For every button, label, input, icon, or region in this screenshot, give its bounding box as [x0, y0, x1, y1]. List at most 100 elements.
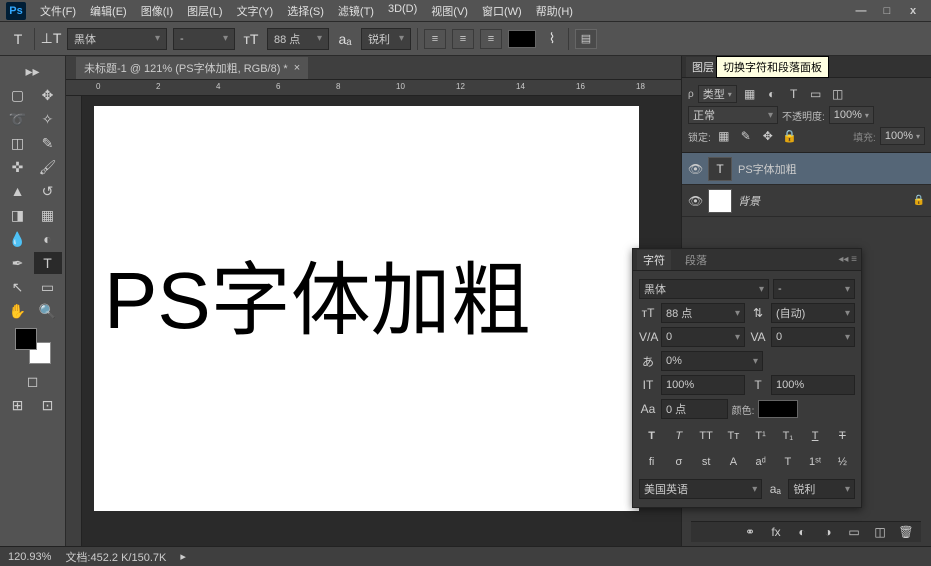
minimize-button[interactable]: — — [849, 3, 873, 19]
smallcaps-button[interactable]: Tᴛ — [723, 427, 743, 445]
healing-tool[interactable]: ✜ — [4, 156, 32, 178]
fg-color-swatch[interactable] — [15, 328, 37, 350]
char-font-dropdown[interactable]: 黑体▾ — [639, 279, 769, 299]
ligature-button[interactable]: fi — [642, 453, 662, 471]
layer-row-text[interactable]: 👁 T PS字体加粗 — [682, 153, 931, 185]
layer-filter-dropdown[interactable]: 类型▾ — [698, 85, 737, 103]
fg-bg-color[interactable] — [15, 328, 51, 364]
blend-mode-dropdown[interactable]: 正常▾ — [688, 106, 778, 124]
screenmode-icon[interactable]: ⊞ — [4, 394, 32, 416]
allcaps-button[interactable]: TT — [696, 427, 716, 445]
path-select-tool[interactable]: ↖ — [4, 276, 32, 298]
oldstyle-button[interactable]: 1ˢᵗ — [805, 453, 825, 471]
menu-3d[interactable]: 3D(D) — [382, 1, 423, 21]
underline-button[interactable]: T — [805, 427, 825, 445]
align-left-button[interactable]: ≡ — [424, 29, 446, 49]
menu-help[interactable]: 帮助(H) — [530, 1, 579, 21]
tab-character[interactable]: 字符 — [637, 250, 671, 270]
lock-transparent-icon[interactable]: ▦ — [715, 129, 733, 143]
font-style-dropdown[interactable]: - ▾ — [173, 28, 235, 50]
ordinal-button[interactable]: aᵈ — [751, 453, 771, 471]
mask-icon[interactable]: ◐ — [793, 525, 811, 539]
visibility-icon[interactable]: 👁 — [688, 194, 702, 208]
char-scale-field[interactable]: 0%▾ — [661, 351, 763, 371]
statusbar-arrow-icon[interactable]: ▸ — [180, 550, 186, 563]
fractions-button[interactable]: ½ — [832, 453, 852, 471]
maximize-button[interactable]: □ — [875, 3, 899, 19]
alt-button[interactable]: σ — [669, 453, 689, 471]
close-button[interactable]: x — [901, 3, 925, 19]
char-baseline-field[interactable]: 0 点 — [661, 399, 728, 419]
fx-icon[interactable]: fx — [767, 525, 785, 539]
fill-field[interactable]: 100%▾ — [880, 127, 925, 145]
visibility-icon[interactable]: 👁 — [688, 162, 702, 176]
adjustment-icon[interactable]: ◑ — [819, 525, 837, 539]
link-layers-icon[interactable]: ⚭ — [741, 525, 759, 539]
type-tool-preset-icon[interactable]: T — [8, 29, 28, 49]
zoom-level[interactable]: 120.93% — [8, 551, 51, 563]
toggle-character-panel-button[interactable]: ▤ — [575, 29, 597, 49]
lock-position-icon[interactable]: ✥ — [759, 129, 777, 143]
magic-wand-tool[interactable]: ✧ — [34, 108, 62, 130]
filter-smart-icon[interactable]: ◫ — [829, 87, 847, 101]
crop-tool[interactable]: ◫ — [4, 132, 32, 154]
shape-tool[interactable]: ▭ — [34, 276, 62, 298]
char-style-dropdown[interactable]: -▾ — [773, 279, 855, 299]
character-panel[interactable]: 字符 段落 ◂◂ ≡ 黑体▾ -▾ тT 88 点▾ ⇅ (自动)▾ V/A 0… — [632, 248, 862, 508]
char-tracking-field[interactable]: 0▾ — [771, 327, 855, 347]
blur-tool[interactable]: 💧 — [4, 228, 32, 250]
filter-type-icon[interactable]: T — [785, 87, 803, 101]
eyedropper-tool[interactable]: ✎ — [34, 132, 62, 154]
align-center-button[interactable]: ≡ — [452, 29, 474, 49]
menu-filter[interactable]: 滤镜(T) — [332, 1, 380, 21]
stamp-tool[interactable]: ▲ — [4, 180, 32, 202]
strikethrough-button[interactable]: T — [832, 427, 852, 445]
italic-button[interactable]: T — [669, 427, 689, 445]
char-aa-dropdown[interactable]: 锐利▾ — [788, 479, 855, 499]
menu-file[interactable]: 文件(F) — [34, 1, 82, 21]
delete-icon[interactable]: 🗑 — [897, 525, 915, 539]
bold-button[interactable]: T — [642, 427, 662, 445]
canvas-area[interactable]: PS字体加粗 — [66, 96, 681, 546]
handles-icon[interactable]: ▸▸ — [19, 60, 47, 82]
type-tool[interactable]: T — [34, 252, 62, 274]
tab-close-icon[interactable]: × — [294, 62, 300, 74]
lock-all-icon[interactable]: 🔒 — [781, 129, 799, 143]
lock-pixels-icon[interactable]: ✎ — [737, 129, 755, 143]
char-hscale-field[interactable]: 100% — [771, 375, 855, 395]
menu-image[interactable]: 图像(I) — [135, 1, 179, 21]
char-size-field[interactable]: 88 点▾ — [661, 303, 745, 323]
panel-menu-icon[interactable]: ◂◂ ≡ — [838, 254, 857, 265]
align-right-button[interactable]: ≡ — [480, 29, 502, 49]
tab-layers[interactable]: 图层 — [686, 57, 720, 77]
marquee-tool[interactable]: ▢ — [4, 84, 32, 106]
group-icon[interactable]: ▭ — [845, 525, 863, 539]
font-family-dropdown[interactable]: 黑体 ▾ — [67, 28, 167, 50]
lasso-tool[interactable]: ➰ — [4, 108, 32, 130]
pen-tool[interactable]: ✒ — [4, 252, 32, 274]
history-brush-tool[interactable]: ↺ — [34, 180, 62, 202]
menu-layer[interactable]: 图层(L) — [181, 1, 228, 21]
document-tab[interactable]: 未标题-1 @ 121% (PS字体加粗, RGB/8) * × — [76, 57, 308, 79]
new-layer-icon[interactable]: ◫ — [871, 525, 889, 539]
warp-text-icon[interactable]: ⌇ — [542, 29, 562, 49]
titling-button[interactable]: A — [723, 453, 743, 471]
dodge-tool[interactable]: ◐ — [34, 228, 62, 250]
filter-pixel-icon[interactable]: ▦ — [741, 87, 759, 101]
filter-adjust-icon[interactable]: ◐ — [763, 87, 781, 101]
filter-icon[interactable]: ρ — [688, 89, 694, 100]
brush-tool[interactable]: 🖌 — [34, 156, 62, 178]
antialias-dropdown[interactable]: 锐利 ▾ — [361, 28, 411, 50]
hand-tool[interactable]: ✋ — [4, 300, 32, 322]
opacity-field[interactable]: 100%▾ — [829, 106, 874, 124]
subscript-button[interactable]: T₁ — [778, 427, 798, 445]
menu-select[interactable]: 选择(S) — [281, 1, 330, 21]
char-lang-dropdown[interactable]: 美国英语▾ — [639, 479, 762, 499]
char-vscale-field[interactable]: 100% — [661, 375, 745, 395]
menu-view[interactable]: 视图(V) — [425, 1, 474, 21]
swash-button[interactable]: st — [696, 453, 716, 471]
move-tool[interactable]: ✥ — [34, 84, 62, 106]
eraser-tool[interactable]: ◨ — [4, 204, 32, 226]
layer-row-background[interactable]: 👁 背景 🔒 — [682, 185, 931, 217]
menu-edit[interactable]: 编辑(E) — [84, 1, 133, 21]
